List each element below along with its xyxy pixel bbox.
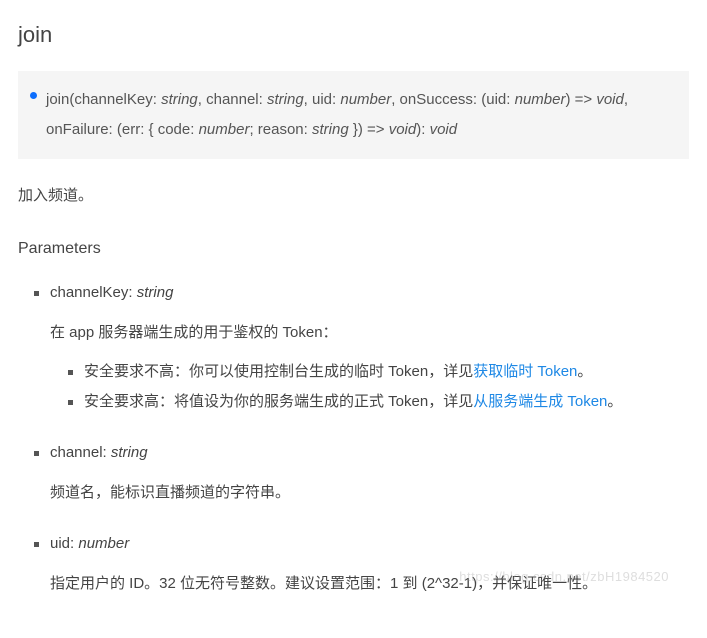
list-item: channelKey: string 在 app 服务器端生成的用于鉴权的 To…	[34, 280, 689, 414]
sig-text: , uid:	[304, 91, 341, 108]
parameters-list: channelKey: string 在 app 服务器端生成的用于鉴权的 To…	[18, 280, 689, 596]
param-label: channelKey:	[50, 284, 137, 301]
param-sublist: 安全要求不高：你可以使用控制台生成的临时 Token，详见获取临时 Token。…	[50, 359, 689, 414]
method-signature: join(channelKey: string, channel: string…	[18, 71, 689, 159]
param-name: uid: number	[50, 531, 689, 557]
sig-text: , onSuccess: (uid:	[391, 91, 514, 108]
sig-type: number	[515, 91, 566, 108]
param-label: channel:	[50, 444, 111, 461]
sig-type: string	[312, 121, 349, 138]
sig-text: ; reason:	[249, 121, 312, 138]
param-description: 指定用户的 ID。32 位无符号整数。建议设置范围：1 到 (2^32-1)，并…	[50, 571, 689, 597]
sub-text: 。	[577, 363, 592, 380]
sub-text: 安全要求不高：你可以使用控制台生成的临时 Token，详见	[84, 363, 473, 380]
sig-text: , channel:	[198, 91, 267, 108]
param-description: 频道名，能标识直播频道的字符串。	[50, 480, 689, 506]
sig-type: string	[161, 91, 198, 108]
sig-type: string	[267, 91, 304, 108]
param-description: 在 app 服务器端生成的用于鉴权的 Token：	[50, 320, 689, 346]
sub-text: 安全要求高：将值设为你的服务端生成的正式 Token，详见	[84, 393, 473, 410]
link-server-generate-token[interactable]: 从服务端生成 Token	[473, 393, 607, 410]
list-item: 安全要求高：将值设为你的服务端生成的正式 Token，详见从服务端生成 Toke…	[68, 389, 689, 415]
param-name: channelKey: string	[50, 280, 689, 306]
sig-text: ):	[416, 121, 429, 138]
list-item: channel: string 频道名，能标识直播频道的字符串。	[34, 440, 689, 505]
page-title: join	[18, 16, 689, 53]
sig-type: number	[340, 91, 391, 108]
sig-text: ) =>	[565, 91, 596, 108]
sig-type: void	[389, 121, 417, 138]
param-type: number	[78, 535, 129, 552]
sig-text: }) =>	[349, 121, 389, 138]
method-description: 加入频道。	[18, 183, 689, 209]
sig-type: void	[430, 121, 458, 138]
param-label: uid:	[50, 535, 78, 552]
parameters-heading: Parameters	[18, 235, 689, 262]
param-type: string	[111, 444, 148, 461]
sig-type: void	[596, 91, 624, 108]
sub-text: 。	[607, 393, 622, 410]
sig-text: join(channelKey:	[46, 91, 161, 108]
sig-type: number	[199, 121, 250, 138]
list-item: uid: number 指定用户的 ID。32 位无符号整数。建议设置范围：1 …	[34, 531, 689, 596]
link-get-temp-token[interactable]: 获取临时 Token	[473, 363, 577, 380]
list-item: 安全要求不高：你可以使用控制台生成的临时 Token，详见获取临时 Token。	[68, 359, 689, 385]
param-name: channel: string	[50, 440, 689, 466]
param-type: string	[137, 284, 174, 301]
